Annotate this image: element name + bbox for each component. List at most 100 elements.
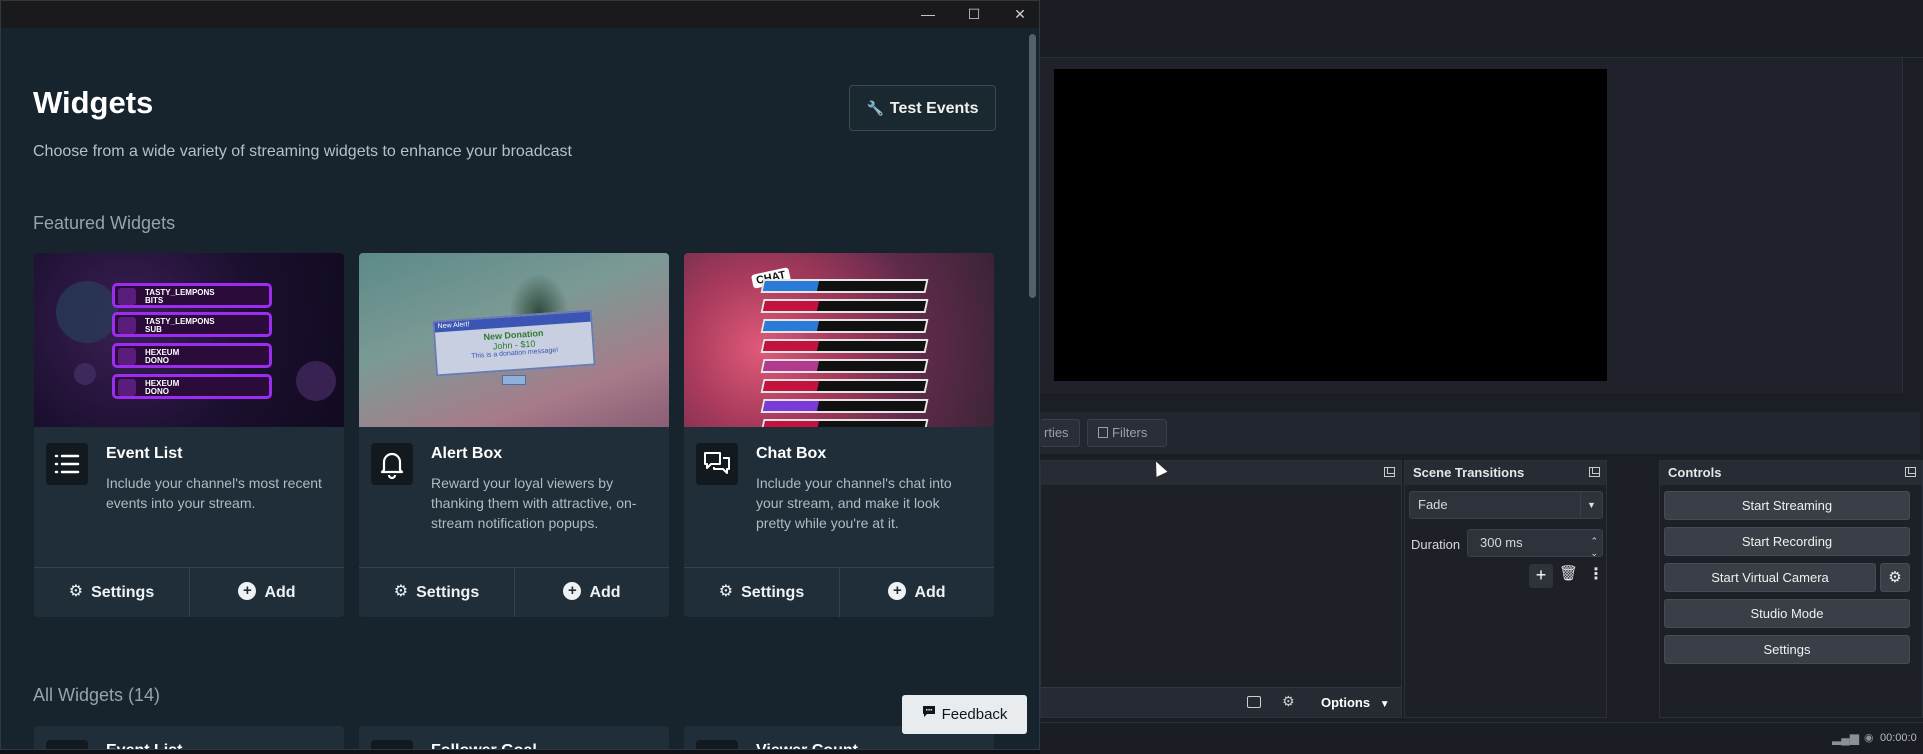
obs-source-toolbar: rties Filters <box>1040 412 1920 454</box>
event-row: TASTY_LEMPONS BITS <box>112 283 272 308</box>
settings-button[interactable]: Settings <box>1664 635 1910 664</box>
signal-icon: ▂▄▆ <box>1832 731 1859 745</box>
caret-down-icon: ▼ <box>1379 699 1390 710</box>
chat-box-card: CHAT Chat Box Include your channel's cha… <box>684 253 994 617</box>
chat-row <box>760 359 929 373</box>
chevron-down-icon[interactable]: ⌄ <box>1590 540 1598 566</box>
options-button[interactable]: Options ▼ <box>1311 691 1397 715</box>
add-button[interactable]: + Add <box>189 568 344 617</box>
studio-mode-button[interactable]: Studio Mode <box>1664 599 1910 628</box>
alert-box-thumbnail: New Alert! New Donation John - $10 This … <box>359 253 669 427</box>
add-button[interactable]: + Add <box>514 568 669 617</box>
planet-decoration <box>296 361 336 401</box>
dock-float-icon[interactable] <box>1905 467 1916 477</box>
close-button[interactable]: ✕ <box>997 1 1039 28</box>
duration-spinbox[interactable]: 300 ms ⌃ ⌄ <box>1467 529 1603 558</box>
gear-icon: ⚙ <box>68 582 84 600</box>
viewer-icon <box>696 740 738 749</box>
event-list-thumbnail: TASTY_LEMPONS BITS TASTY_LEMPONS SUB HEXEU… <box>34 253 344 427</box>
obs-preview-scrollbar[interactable] <box>1902 58 1923 393</box>
list-icon <box>46 740 88 749</box>
card-description: Include your channel's most recent event… <box>106 475 322 511</box>
gear-icon: ⚙ <box>393 582 409 600</box>
widget-card[interactable]: Follower Goal <box>359 726 669 749</box>
dock-float-icon[interactable] <box>1589 467 1600 477</box>
settings-button[interactable]: ⚙ Settings <box>34 568 189 617</box>
alert-popup: New Alert! New Donation John - $10 This … <box>432 309 596 377</box>
scrollbar-thumb[interactable] <box>1029 34 1036 298</box>
caret-down-icon: ▼ <box>1580 492 1602 518</box>
controls-title: Controls <box>1660 461 1922 485</box>
chat-row <box>760 299 929 313</box>
page-subtitle: Choose from a wide variety of streaming … <box>33 143 572 160</box>
chat-row <box>760 319 929 333</box>
chat-row <box>760 419 929 427</box>
sources-dock-footer: ⚙ Options ▼ <box>1041 687 1401 717</box>
maximize-button[interactable]: ☐ <box>951 1 997 28</box>
status-time: 00:00:0 <box>1880 732 1917 744</box>
options-label: Options <box>1321 695 1371 710</box>
settings-button[interactable]: ⚙ Settings <box>359 568 514 617</box>
event-row: HEXEUM DONO <box>112 343 272 368</box>
page-title: Widgets <box>33 85 154 120</box>
start-virtual-camera-button[interactable]: Start Virtual Camera <box>1664 563 1876 592</box>
gear-filter-icon[interactable]: ⚙ <box>1282 693 1295 710</box>
event-row: TASTY_LEMPONS SUB <box>112 312 272 337</box>
alert-box-card: New Alert! New Donation John - $10 This … <box>359 253 669 617</box>
card-title: Alert Box <box>431 445 503 462</box>
chat-box-thumbnail: CHAT <box>684 253 994 427</box>
obs-menu-area <box>1040 0 1923 58</box>
plus-circle-icon: + <box>238 582 257 601</box>
properties-tab[interactable]: rties <box>1040 419 1080 447</box>
all-widgets-heading: All Widgets (14) <box>33 685 161 705</box>
test-events-label: Test Events <box>889 100 979 117</box>
settings-button[interactable]: ⚙ Settings <box>684 568 839 617</box>
card-title: Event List <box>106 445 183 462</box>
alert-ok-button <box>502 375 526 385</box>
layout-icon[interactable] <box>1247 696 1261 708</box>
test-events-button[interactable]: 🔧 Test Events <box>849 85 996 131</box>
virtual-camera-settings-icon[interactable]: ⚙ <box>1880 563 1910 592</box>
obs-preview-canvas[interactable] <box>1054 69 1607 381</box>
bell-icon <box>371 443 413 485</box>
more-vertical-icon[interactable]: ⋮ <box>1588 564 1604 584</box>
duration-value: 300 ms <box>1480 535 1523 550</box>
filters-tab-label: Filters <box>1112 425 1148 440</box>
dono-icon <box>118 379 136 396</box>
filters-icon <box>1098 427 1108 438</box>
dock-float-icon[interactable] <box>1384 467 1395 477</box>
gear-icon: ⚙ <box>718 582 734 600</box>
start-streaming-button[interactable]: Start Streaming <box>1664 491 1910 520</box>
duration-label: Duration <box>1411 537 1461 552</box>
filters-tab[interactable]: Filters <box>1087 419 1167 447</box>
card-actions: ⚙ Settings + Add <box>359 567 669 617</box>
transition-value: Fade <box>1418 497 1448 512</box>
planet-decoration <box>56 281 118 343</box>
scene-transitions-dock: Scene Transitions Fade ▼ Duration 300 ms… <box>1404 460 1607 718</box>
feedback-label: Feedback <box>941 706 1008 723</box>
bits-icon <box>118 288 136 305</box>
event-row: HEXEUM DONO <box>112 374 272 399</box>
start-recording-button[interactable]: Start Recording <box>1664 527 1910 556</box>
trash-icon[interactable]: 🗑 <box>1559 564 1578 582</box>
obs-main-window: rties Filters ⚙ Options ▼ Scene Transiti… <box>1040 0 1923 754</box>
add-button[interactable]: + Add <box>839 568 994 617</box>
plus-circle-icon: + <box>563 582 582 601</box>
properties-tab-label: rties <box>1044 425 1069 440</box>
chat-row <box>760 399 929 413</box>
minimize-button[interactable]: — <box>905 1 951 28</box>
widgets-window: — ☐ ✕ Widgets Choose from a wide variety… <box>0 0 1040 750</box>
scene-transitions-title: Scene Transitions <box>1405 461 1606 485</box>
widget-card[interactable]: Event List <box>34 726 344 749</box>
window-titlebar[interactable]: — ☐ ✕ <box>1 1 1039 28</box>
obs-preview-area <box>1040 58 1902 393</box>
card-description: Reward your loyal viewers by thanking th… <box>431 475 637 531</box>
record-icon: ◉ <box>1864 732 1874 744</box>
list-icon <box>46 443 88 485</box>
add-transition-icon[interactable]: + <box>1529 564 1553 588</box>
feedback-button[interactable]: Feedback <box>902 695 1027 734</box>
featured-heading: Featured Widgets <box>33 213 176 233</box>
transition-select[interactable]: Fade ▼ <box>1409 491 1603 519</box>
sub-icon <box>118 317 136 334</box>
feedback-icon <box>922 694 936 733</box>
